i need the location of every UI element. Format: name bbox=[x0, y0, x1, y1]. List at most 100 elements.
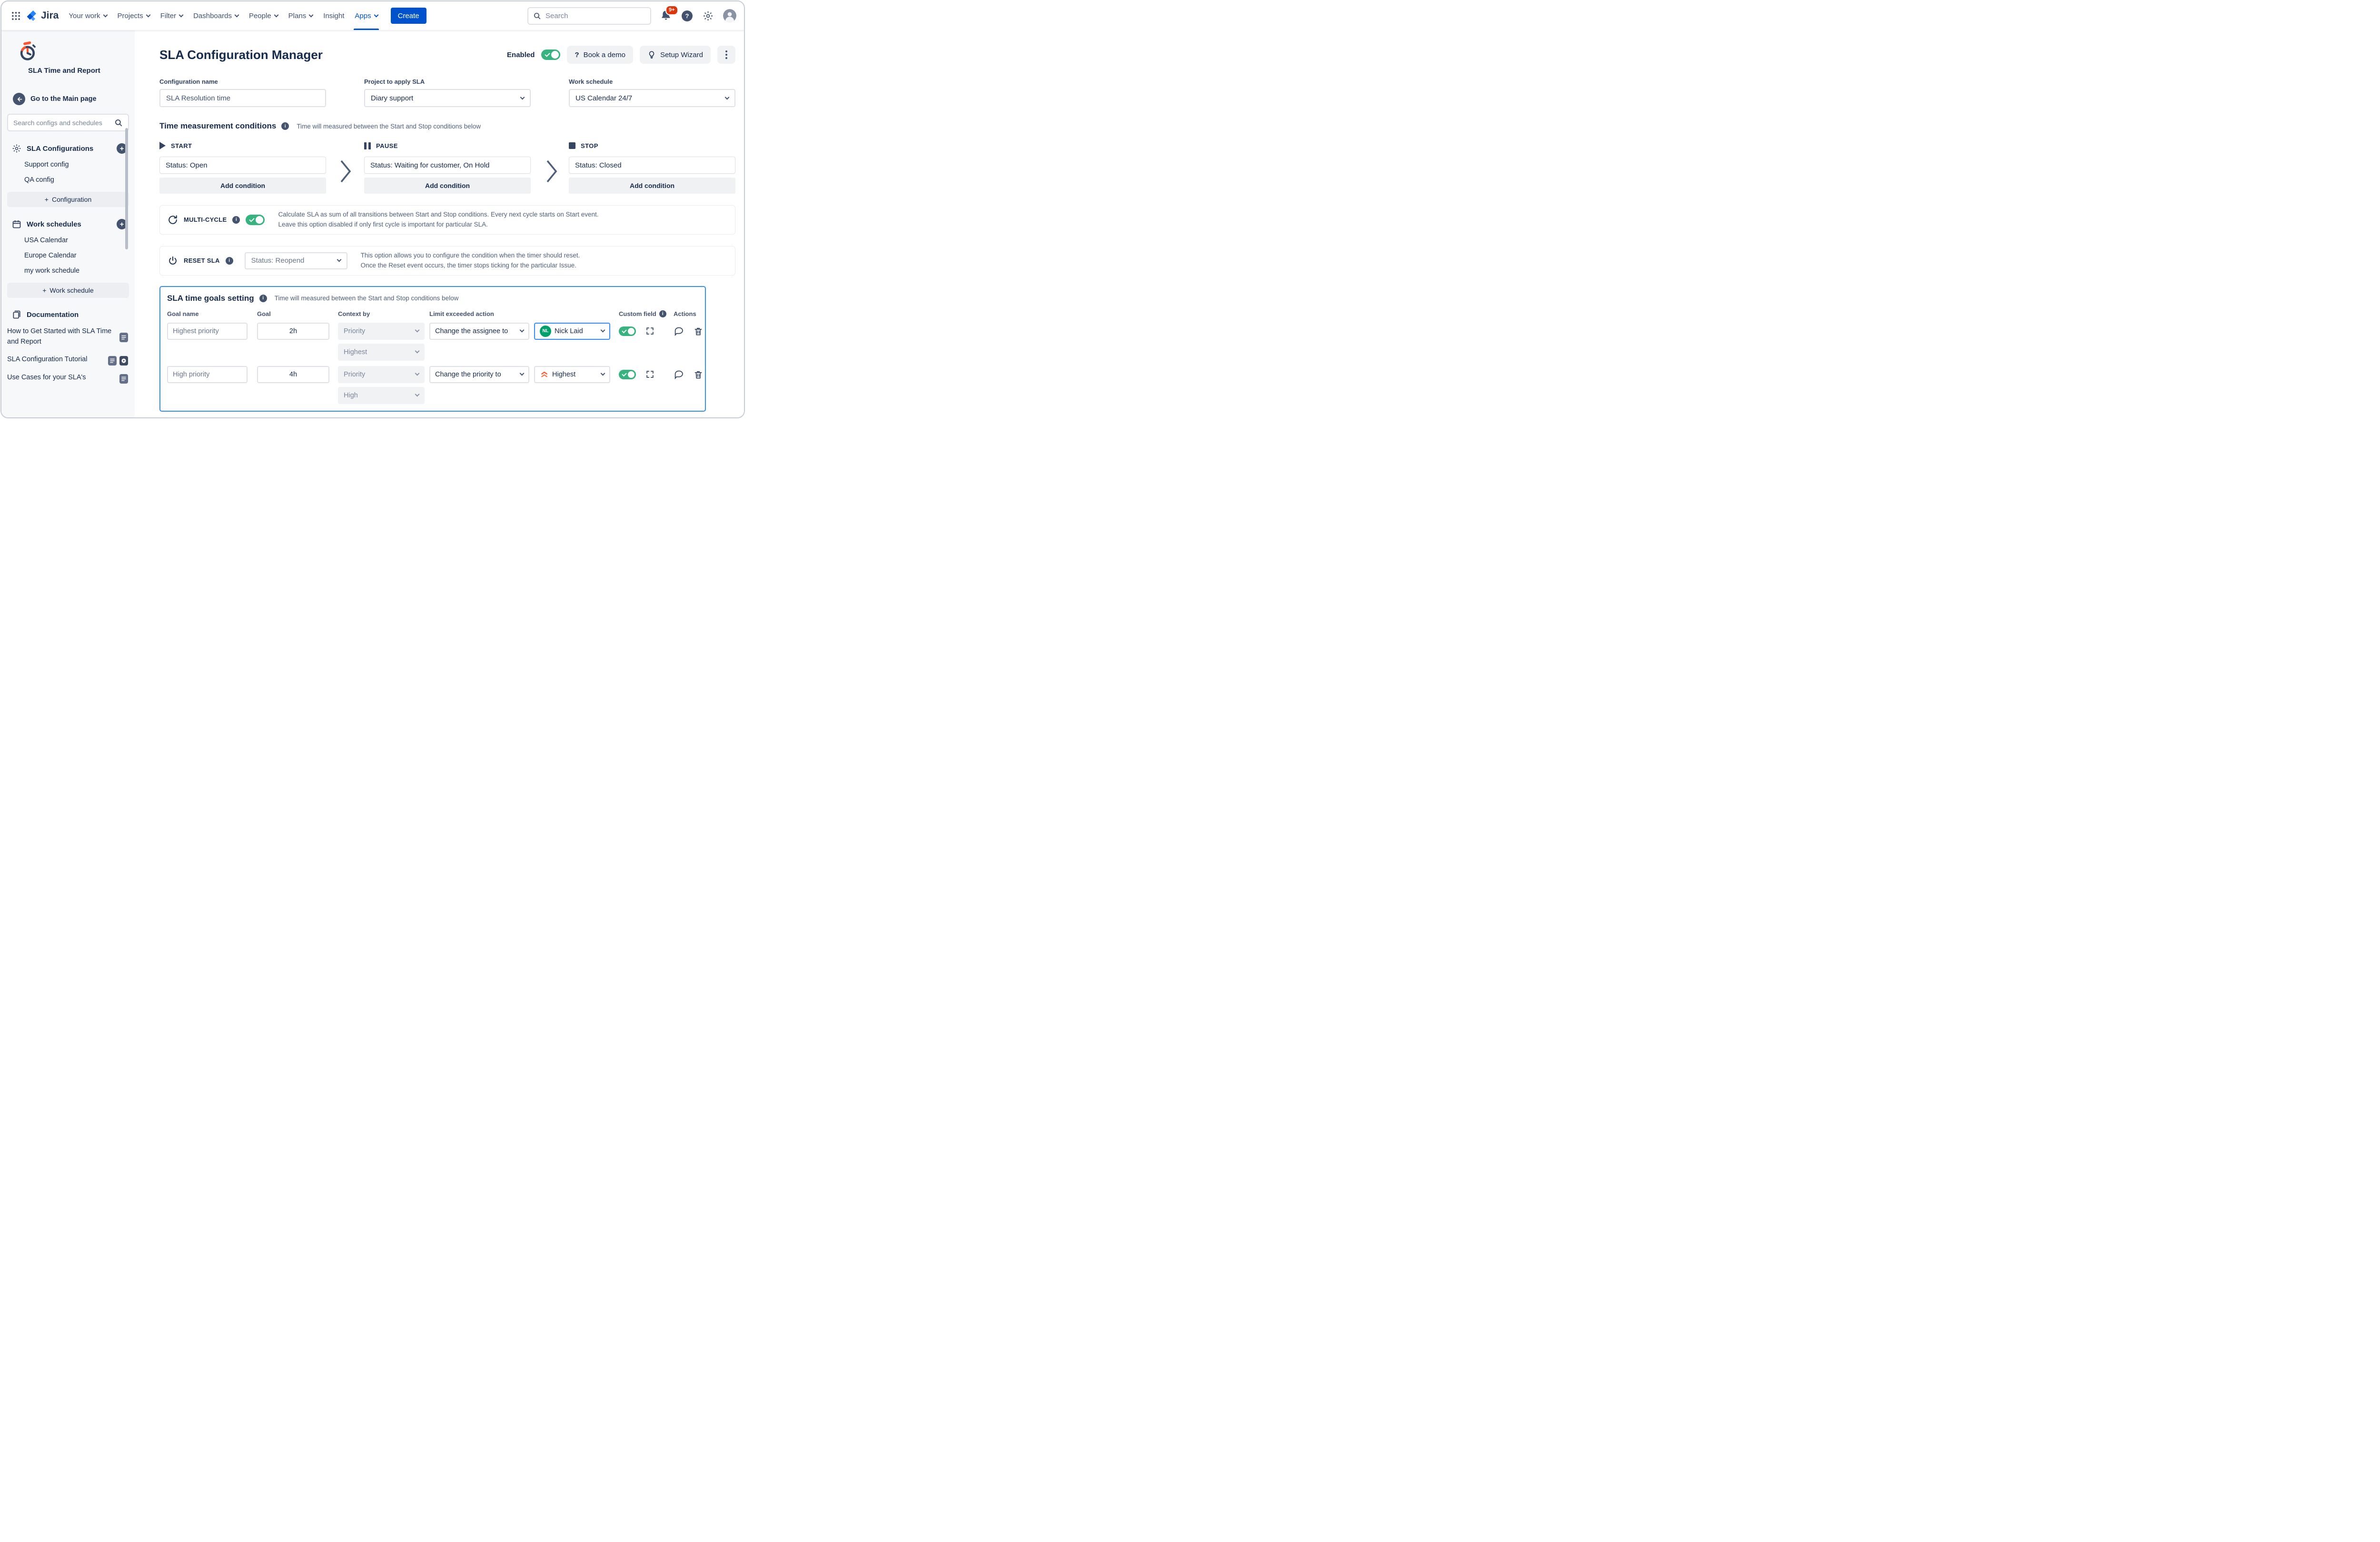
section-title: Documentation bbox=[27, 311, 127, 319]
nav-plans[interactable]: Plans bbox=[283, 1, 318, 30]
assignee-select[interactable]: NL Nick Laid bbox=[534, 323, 610, 340]
sidebar-item-qa-config[interactable]: QA config bbox=[1, 172, 135, 188]
delete-button[interactable] bbox=[693, 326, 704, 337]
chevron-down-icon bbox=[374, 12, 378, 17]
chevron-down-icon bbox=[274, 12, 278, 17]
add-work-schedule-button[interactable]: + Work schedule bbox=[7, 283, 129, 298]
search-input[interactable] bbox=[545, 12, 645, 20]
stop-add-condition-button[interactable]: Add condition bbox=[569, 178, 735, 194]
user-avatar[interactable] bbox=[723, 9, 736, 22]
app-switcher-icon[interactable] bbox=[8, 8, 23, 23]
work-schedule-select[interactable]: US Calendar 24/7 bbox=[569, 89, 735, 107]
header-limit-exceeded-action: Limit exceeded action bbox=[429, 310, 610, 317]
context-value-select[interactable]: High bbox=[338, 387, 425, 404]
sidebar-item-my-work-schedule[interactable]: my work schedule bbox=[1, 263, 135, 278]
info-icon[interactable]: i bbox=[281, 122, 289, 130]
nav-people[interactable]: People bbox=[244, 1, 283, 30]
chevron-down-icon bbox=[179, 12, 184, 17]
power-icon bbox=[168, 256, 178, 266]
book-demo-button[interactable]: ? Book a demo bbox=[567, 46, 633, 64]
info-icon[interactable]: i bbox=[232, 216, 240, 224]
sidebar-item-europe-calendar[interactable]: Europe Calendar bbox=[1, 248, 135, 263]
main-content: SLA Configuration Manager Enabled ? Book… bbox=[135, 30, 744, 417]
goal-name-input[interactable] bbox=[167, 366, 248, 383]
multi-cycle-description: Calculate SLA as sum of all transitions … bbox=[278, 210, 598, 230]
sidebar-item-usa-calendar[interactable]: USA Calendar bbox=[1, 233, 135, 248]
limit-action-select[interactable]: Change the assignee to bbox=[429, 323, 529, 340]
multi-cycle-toggle[interactable] bbox=[246, 215, 265, 225]
chevron-down-icon bbox=[601, 371, 605, 376]
start-condition-value[interactable]: Status: Open bbox=[159, 157, 326, 174]
jira-logo[interactable]: Jira bbox=[26, 10, 59, 21]
nav-insight[interactable]: Insight bbox=[318, 1, 349, 30]
stop-condition-value[interactable]: Status: Closed bbox=[569, 157, 735, 174]
custom-field-toggle[interactable] bbox=[619, 326, 636, 336]
sidebar-item-support-config[interactable]: Support config bbox=[1, 157, 135, 172]
pause-icon bbox=[364, 142, 371, 149]
nav-filter[interactable]: Filter bbox=[155, 1, 188, 30]
page-title: SLA Configuration Manager bbox=[159, 48, 323, 62]
limit-action-select[interactable]: Change the priority to bbox=[429, 366, 529, 383]
info-icon[interactable]: i bbox=[659, 310, 666, 317]
goals-subtitle: Time will measured between the Start and… bbox=[275, 295, 459, 302]
expand-button[interactable] bbox=[644, 326, 655, 337]
help-button[interactable]: ? bbox=[682, 10, 693, 21]
context-value-select[interactable]: Highest bbox=[338, 344, 425, 361]
goal-time-input[interactable] bbox=[257, 323, 329, 340]
goal-time-input[interactable] bbox=[257, 366, 329, 383]
project-select[interactable]: Diary support bbox=[364, 89, 531, 107]
comment-button[interactable] bbox=[674, 369, 685, 380]
expand-button[interactable] bbox=[644, 369, 655, 380]
setup-wizard-button[interactable]: Setup Wizard bbox=[640, 46, 711, 64]
pause-add-condition-button[interactable]: Add condition bbox=[364, 178, 531, 194]
assignee-avatar: NL bbox=[540, 326, 551, 337]
more-actions-button[interactable] bbox=[717, 46, 735, 64]
info-icon[interactable]: i bbox=[259, 295, 267, 302]
sla-time-goals-panel: SLA time goals setting i Time will measu… bbox=[159, 286, 706, 412]
context-by-select[interactable]: Priority bbox=[338, 323, 425, 340]
info-icon[interactable]: i bbox=[226, 257, 233, 265]
custom-field-toggle[interactable] bbox=[619, 370, 636, 379]
add-configuration-button[interactable]: + Configuration bbox=[7, 192, 129, 207]
chevron-down-icon bbox=[235, 12, 239, 17]
video-badge-icon bbox=[119, 356, 128, 366]
enabled-toggle[interactable] bbox=[541, 49, 560, 60]
grid-icon bbox=[11, 11, 20, 20]
document-badge-icon bbox=[119, 333, 128, 342]
jira-logo-icon bbox=[26, 10, 38, 21]
create-button[interactable]: Create bbox=[391, 8, 426, 24]
sla-configurations-section: SLA Configurations + bbox=[12, 143, 127, 154]
play-icon bbox=[159, 142, 166, 149]
nav-dashboards[interactable]: Dashboards bbox=[188, 1, 244, 30]
doc-link-use-cases[interactable]: Use Cases for your SLA's bbox=[7, 373, 128, 384]
enabled-label: Enabled bbox=[507, 51, 535, 59]
plus-icon: + bbox=[45, 196, 49, 203]
top-navigation: Jira Your work Projects Filter Dashboard… bbox=[1, 1, 744, 30]
configuration-name-input[interactable] bbox=[159, 89, 326, 107]
doc-link-get-started[interactable]: How to Get Started with SLA Time and Rep… bbox=[7, 326, 128, 347]
comment-button[interactable] bbox=[674, 326, 685, 337]
settings-button[interactable] bbox=[702, 10, 714, 22]
pause-condition-column: PAUSE Status: Waiting for customer, On H… bbox=[364, 140, 531, 194]
nav-projects[interactable]: Projects bbox=[112, 1, 155, 30]
chevron-down-icon bbox=[415, 349, 420, 354]
goal-name-input[interactable] bbox=[167, 323, 248, 340]
sidebar-scrollbar[interactable] bbox=[125, 128, 128, 249]
back-to-main-link[interactable]: Go to the Main page bbox=[13, 93, 135, 105]
nav-apps[interactable]: Apps bbox=[349, 1, 383, 30]
header-goal-name: Goal name bbox=[167, 310, 248, 317]
reset-sla-select[interactable]: Status: Reopend bbox=[245, 252, 347, 269]
kebab-icon bbox=[725, 50, 727, 52]
doc-link-configuration-tutorial[interactable]: SLA Configuration Tutorial bbox=[7, 355, 128, 366]
nav-your-work[interactable]: Your work bbox=[63, 1, 112, 30]
notifications-button[interactable]: 9+ bbox=[660, 10, 673, 22]
pause-condition-value[interactable]: Status: Waiting for customer, On Hold bbox=[364, 157, 531, 174]
sidebar-search bbox=[7, 114, 129, 131]
context-by-select[interactable]: Priority bbox=[338, 366, 425, 383]
delete-button[interactable] bbox=[693, 369, 704, 380]
priority-select[interactable]: Highest bbox=[534, 366, 610, 383]
start-add-condition-button[interactable]: Add condition bbox=[159, 178, 326, 194]
plus-icon: + bbox=[42, 287, 46, 294]
reset-sla-row: RESET SLA i Status: Reopend This option … bbox=[159, 246, 735, 276]
sidebar-search-input[interactable] bbox=[13, 119, 110, 127]
